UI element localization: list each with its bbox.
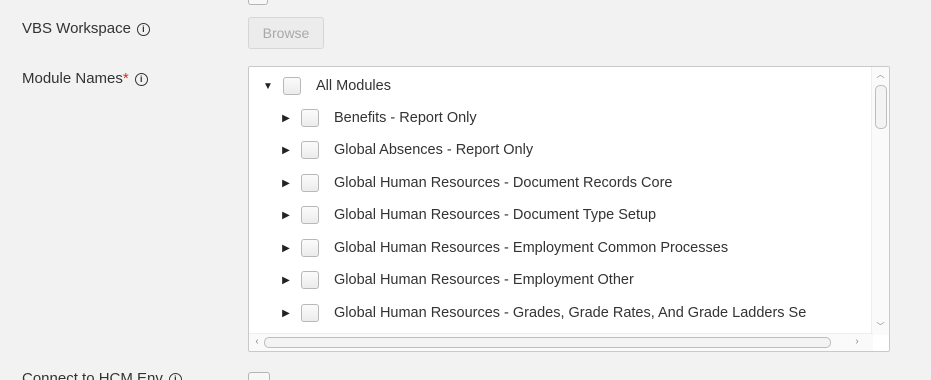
tree-item-label: Global Human Resources - Document Type S… [334, 207, 657, 223]
tree-item-label: Global Absences - Report Only [334, 142, 534, 158]
vertical-scroll-thumb[interactable] [875, 85, 887, 129]
horizontal-scrollbar[interactable]: ‹ › [249, 333, 873, 351]
vbs-form: VBS Workspace i Browse Module Names* i ▼ A… [0, 0, 931, 380]
horizontal-scroll-thumb[interactable] [264, 337, 831, 348]
tree-item[interactable]: ▶ Global Human Resources - Employment Ot… [281, 264, 634, 296]
vbs-workspace-label-text: VBS Workspace [22, 20, 131, 37]
vbs-workspace-label: VBS Workspace i [22, 20, 150, 37]
tree-root-checkbox[interactable] [283, 77, 301, 95]
triangle-right-icon[interactable]: ▶ [281, 145, 291, 156]
tree-item[interactable]: ▶ Global Absences - Report Only [281, 134, 533, 166]
scroll-down-icon[interactable]: ﹀ [872, 319, 889, 335]
info-icon[interactable]: i [168, 373, 182, 380]
previous-field-checkbox[interactable] [248, 0, 268, 5]
triangle-right-icon[interactable]: ▶ [281, 113, 291, 124]
triangle-right-icon[interactable]: ▶ [281, 308, 291, 319]
tree-item-label: Benefits - Report Only [334, 110, 477, 126]
info-icon[interactable]: i [134, 73, 148, 86]
triangle-right-icon[interactable]: ▶ [281, 178, 291, 189]
tree-item-checkbox[interactable] [301, 271, 319, 289]
tree-item-checkbox[interactable] [301, 109, 319, 127]
tree-root-label: All Modules [316, 78, 391, 94]
triangle-down-icon[interactable]: ▼ [263, 81, 273, 92]
tree-item-label: Global Human Resources - Employment Othe… [334, 272, 634, 288]
connect-to-hcm-checkbox[interactable] [248, 372, 270, 380]
module-tree[interactable]: ▼ All Modules ▶ Benefits - Report Only ▶… [248, 66, 890, 352]
tree-item-checkbox[interactable] [301, 141, 319, 159]
vertical-scrollbar[interactable]: ︿ ﹀ [871, 67, 889, 335]
tree-item[interactable]: ▶ Global Human Resources - Employment Co… [281, 232, 728, 264]
scroll-right-icon[interactable]: › [849, 334, 865, 351]
module-names-label-text: Module Names [22, 70, 123, 87]
tree-item-checkbox[interactable] [301, 206, 319, 224]
tree-item[interactable]: ▶ Global Human Resources - Document Type… [281, 199, 656, 231]
tree-item-label: Global Human Resources - Employment Comm… [334, 240, 729, 256]
connect-to-hcm-label-text: Connect to HCM Env [22, 370, 163, 380]
scroll-left-icon[interactable]: ‹ [249, 334, 265, 351]
tree-item[interactable]: ▶ Benefits - Report Only [281, 102, 477, 134]
tree-root-row[interactable]: ▼ All Modules [263, 70, 391, 102]
tree-item-label: Global Human Resources - Grades, Grade R… [334, 305, 807, 321]
browse-button[interactable]: Browse [248, 17, 324, 49]
tree-item-checkbox[interactable] [301, 174, 319, 192]
tree-item[interactable]: ▶ Global Human Resources - Document Reco… [281, 167, 672, 199]
tree-item[interactable]: ▶ Global Human Resources - Grades, Grade… [281, 297, 806, 329]
tree-item-checkbox[interactable] [301, 304, 319, 322]
tree-item-label: Global Human Resources - Document Record… [334, 175, 673, 191]
module-names-label: Module Names* i [22, 70, 148, 87]
tree-item-checkbox[interactable] [301, 239, 319, 257]
scroll-up-icon[interactable]: ︿ [872, 67, 889, 83]
required-marker: * [122, 70, 129, 87]
triangle-right-icon[interactable]: ▶ [281, 275, 291, 286]
info-icon[interactable]: i [136, 23, 150, 36]
triangle-right-icon[interactable]: ▶ [281, 243, 291, 254]
connect-to-hcm-label: Connect to HCM Env i [22, 370, 182, 380]
triangle-right-icon[interactable]: ▶ [281, 210, 291, 221]
